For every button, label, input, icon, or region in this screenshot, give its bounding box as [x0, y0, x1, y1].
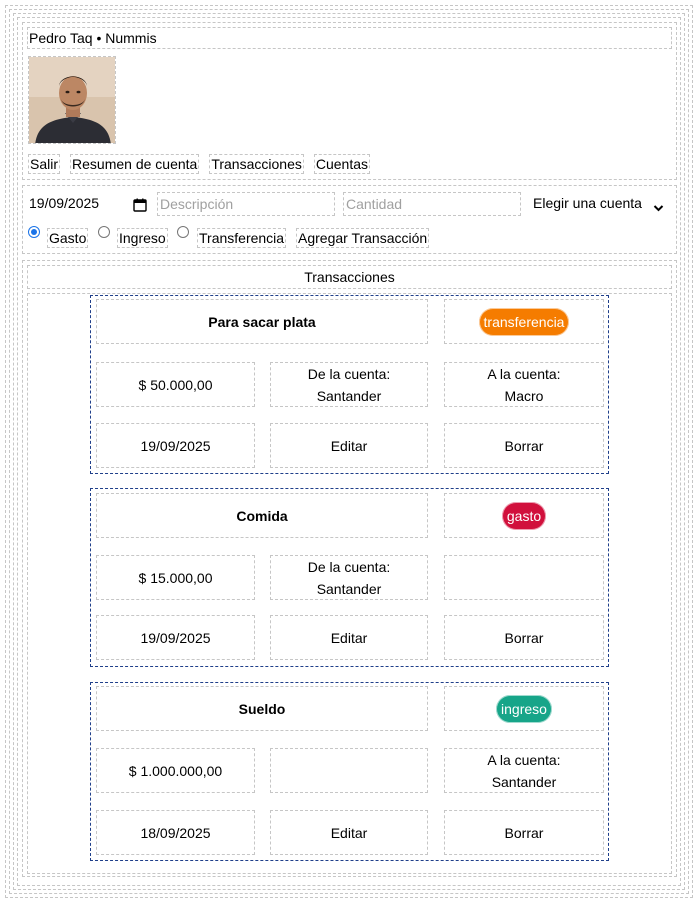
type-radio-transferencia[interactable]: [177, 226, 189, 238]
transaction-description: Para sacar plata: [96, 299, 428, 344]
type-badge: gasto: [501, 501, 547, 530]
from-account: De la cuenta: Santander: [270, 555, 428, 600]
type-label-gasto[interactable]: Gasto: [47, 228, 89, 248]
to-account-name: Santander: [491, 773, 557, 790]
transaction-card: Para sacar plata transferencia $ 50.000,…: [90, 295, 609, 474]
edit-button[interactable]: Editar: [270, 423, 428, 468]
main-nav: Salir Resumen de cuenta Transacciones Cu…: [28, 154, 371, 176]
type-radio-gasto[interactable]: [28, 226, 40, 238]
transaction-amount: $ 15.000,00: [96, 555, 255, 600]
logout-button[interactable]: Salir: [28, 154, 61, 174]
transaction-date: 18/09/2025: [96, 810, 255, 855]
edit-button[interactable]: Editar: [270, 810, 428, 855]
avatar: [28, 56, 116, 144]
date-input[interactable]: 19/09/2025: [27, 192, 149, 216]
date-value: 19/09/2025: [29, 195, 100, 211]
transaction-date: 19/09/2025: [96, 423, 255, 468]
transaction-card: Sueldo ingreso $ 1.000.000,00 A la cuent…: [90, 682, 609, 861]
from-account-name: Santander: [316, 580, 382, 597]
to-account-label: A la cuenta:: [487, 751, 561, 768]
app-header: Pedro Taq • Nummis Salir Resumen de cuen…: [22, 22, 677, 180]
nav-accounts[interactable]: Cuentas: [313, 154, 371, 174]
type-label-ingreso[interactable]: Ingreso: [117, 228, 168, 248]
calendar-icon[interactable]: [133, 196, 147, 212]
to-account: A la cuenta: Santander: [444, 748, 604, 793]
type-radio-ingreso[interactable]: [98, 226, 110, 238]
to-account: [444, 555, 604, 600]
edit-button[interactable]: Editar: [270, 615, 428, 660]
from-account-name: Santander: [316, 387, 382, 404]
description-input[interactable]: Descripción: [157, 192, 335, 216]
new-transaction-form: 19/09/2025 Descripción Cantidad Elegir u…: [22, 185, 677, 254]
to-account: A la cuenta: Macro: [444, 362, 604, 407]
from-account: [270, 748, 428, 793]
delete-button[interactable]: Borrar: [444, 615, 604, 660]
type-badge: ingreso: [496, 694, 552, 723]
type-badge: transferencia: [478, 307, 570, 336]
transaction-card: Comida gasto $ 15.000,00 De la cuenta: S…: [90, 488, 609, 667]
transactions-title: Transacciones: [27, 265, 672, 289]
transaction-type-cell: ingreso: [444, 686, 604, 731]
type-label-transferencia[interactable]: Transferencia: [197, 228, 287, 248]
transaction-amount: $ 1.000.000,00: [96, 748, 255, 793]
delete-button[interactable]: Borrar: [444, 810, 604, 855]
transaction-type-cell: gasto: [444, 493, 604, 538]
account-select-value: Elegir una cuenta: [533, 195, 642, 211]
app-title: Pedro Taq • Nummis: [27, 27, 672, 49]
to-account-name: Macro: [504, 387, 544, 404]
transaction-amount: $ 50.000,00: [96, 362, 255, 407]
transaction-type-cell: transferencia: [444, 299, 604, 344]
transaction-description: Comida: [96, 493, 428, 538]
transaction-date: 19/09/2025: [96, 615, 255, 660]
nav-transactions[interactable]: Transacciones: [209, 154, 304, 174]
chevron-down-icon: [653, 197, 664, 219]
transaction-description: Sueldo: [96, 686, 428, 731]
transactions-list: Para sacar plata transferencia $ 50.000,…: [27, 293, 672, 874]
add-transaction-button[interactable]: Agregar Transacción: [296, 228, 430, 248]
nav-account-summary[interactable]: Resumen de cuenta: [70, 154, 200, 174]
transactions-section: Transacciones Para sacar plata transfere…: [22, 260, 677, 877]
account-select[interactable]: Elegir una cuenta: [531, 192, 664, 216]
to-account-label: A la cuenta:: [487, 365, 561, 382]
from-account-label: De la cuenta:: [307, 558, 391, 575]
from-account: De la cuenta: Santander: [270, 362, 428, 407]
amount-input[interactable]: Cantidad: [343, 192, 521, 216]
from-account-label: De la cuenta:: [307, 365, 391, 382]
delete-button[interactable]: Borrar: [444, 423, 604, 468]
